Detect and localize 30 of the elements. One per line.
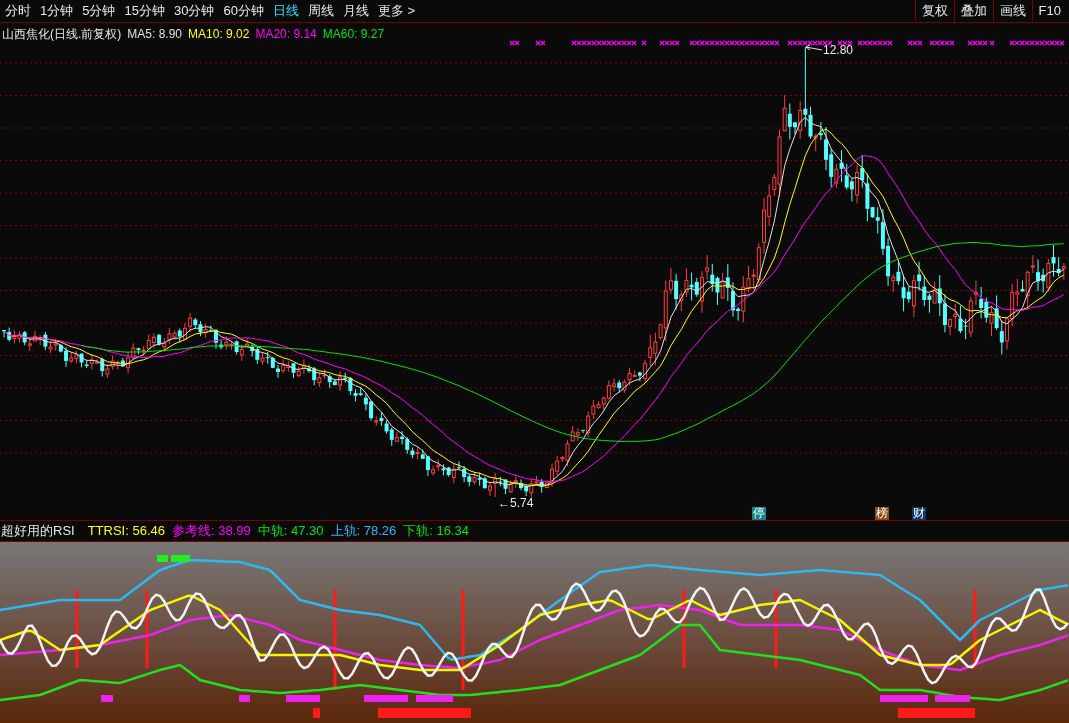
- moving-average-value: MA10: 9.02: [188, 26, 250, 43]
- indicator-value: TTRSI: 56.46: [87, 522, 165, 541]
- toolbar-button[interactable]: 复权: [914, 0, 954, 23]
- indicator-title: 超好用的RSI: [1, 522, 75, 541]
- indicator-value: 下轨: 16.34: [403, 522, 470, 541]
- event-badge: 财: [912, 507, 926, 520]
- period-tab[interactable]: 月线: [342, 1, 369, 21]
- moving-average-value: MA20: 9.14: [255, 26, 317, 43]
- moving-average-value: MA5: 8.90: [127, 26, 183, 43]
- period-tab[interactable]: 1分钟: [40, 1, 74, 21]
- toolbar-button[interactable]: F10: [1031, 0, 1067, 23]
- more-button[interactable]: 更多 >: [377, 1, 416, 21]
- period-tab[interactable]: 日线: [272, 1, 299, 21]
- moving-average-value: MA60: 9.27: [322, 26, 385, 43]
- period-tab[interactable]: 周线: [307, 1, 334, 21]
- indicator-value: 参考线: 38.99: [172, 522, 251, 541]
- toolbar-button[interactable]: 叠加: [953, 0, 993, 23]
- price-label: ←5.74: [498, 496, 534, 510]
- period-tab[interactable]: 60分钟: [223, 1, 264, 21]
- toolbar-button[interactable]: 画线: [992, 0, 1032, 23]
- period-tab[interactable]: 30分钟: [173, 1, 215, 21]
- stock-title: 山西焦化(日线.前复权): [2, 26, 122, 43]
- period-tab[interactable]: 分时: [5, 1, 31, 21]
- indicator-value: 中轨: 47.30: [257, 522, 324, 541]
- event-badge: 榜: [875, 507, 889, 520]
- period-tab[interactable]: 15分钟: [124, 1, 165, 21]
- event-badge: 停: [752, 507, 766, 520]
- price-label: 12.80: [823, 43, 854, 57]
- period-tab[interactable]: 5分钟: [82, 1, 116, 21]
- indicator-value: 上轨: 78.26: [330, 522, 397, 541]
